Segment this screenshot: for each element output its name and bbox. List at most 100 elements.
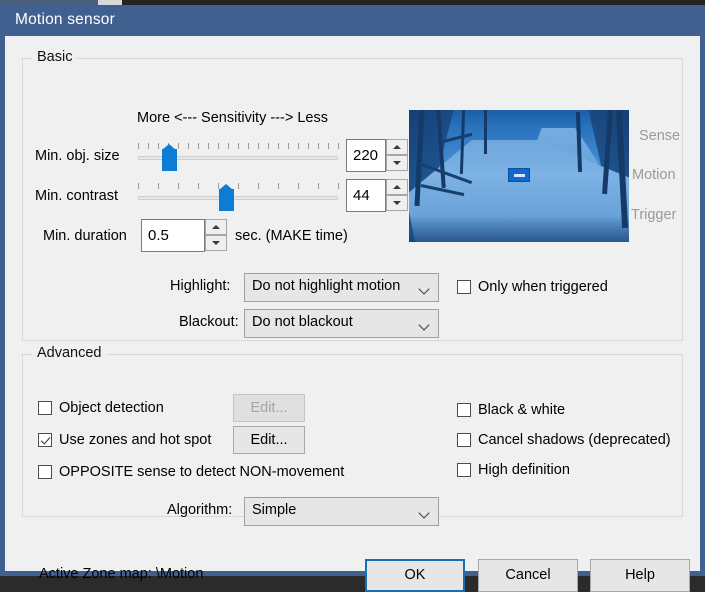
min-contrast-label: Min. contrast	[35, 188, 118, 204]
slider-tick	[228, 143, 229, 149]
min-duration-spinner[interactable]	[141, 219, 227, 252]
advanced-group-legend: Advanced	[32, 345, 107, 361]
slider-tick	[238, 143, 239, 149]
slider-tick	[308, 143, 309, 149]
blackout-dropdown[interactable]: Do not blackout	[244, 309, 439, 338]
checkbox-box-icon	[38, 465, 52, 479]
black-and-white-label: Black & white	[478, 402, 566, 418]
only-when-triggered-checkbox[interactable]: Only when triggered	[457, 279, 608, 296]
slider-tick	[148, 143, 149, 149]
slider-tick	[278, 143, 279, 149]
hot-spot-marker[interactable]	[508, 168, 530, 182]
indicator-trigger-label: Trigger	[631, 207, 677, 223]
cancel-shadows-checkbox[interactable]: Cancel shadows (deprecated)	[457, 432, 671, 449]
camera-preview[interactable]	[409, 110, 629, 242]
slider-tick	[288, 143, 289, 149]
slider-tick	[158, 143, 159, 149]
algorithm-dropdown[interactable]: Simple	[244, 497, 439, 526]
slider-tick	[198, 183, 199, 189]
checkbox-box-icon	[457, 403, 471, 417]
slider-tick	[268, 143, 269, 149]
basic-group-legend: Basic	[32, 49, 78, 65]
indicator-motion-label: Motion	[632, 167, 676, 183]
checkbox-box-icon	[38, 433, 52, 447]
slider-tick	[138, 183, 139, 189]
min-obj-size-slider-thumb[interactable]	[162, 144, 177, 171]
chevron-down-icon	[420, 321, 429, 330]
slider-tick	[208, 143, 209, 149]
black-and-white-checkbox[interactable]: Black & white	[457, 402, 565, 419]
slider-tick	[338, 143, 339, 149]
min-obj-size-spin-down-icon[interactable]	[386, 155, 408, 171]
use-zones-edit-button[interactable]: Edit...	[233, 426, 305, 454]
chevron-down-icon	[420, 509, 429, 518]
preview-vignette	[409, 216, 629, 242]
only-when-triggered-label: Only when triggered	[478, 279, 608, 295]
high-definition-checkbox[interactable]: High definition	[457, 462, 570, 479]
slider-tick	[248, 143, 249, 149]
min-duration-label: Min. duration	[43, 228, 127, 244]
sensitivity-header-label: More <--- Sensitivity ---> Less	[137, 110, 328, 126]
highlight-dropdown[interactable]: Do not highlight motion	[244, 273, 439, 302]
min-obj-size-spin-buttons[interactable]	[386, 139, 408, 172]
min-duration-spin-up-icon[interactable]	[205, 219, 227, 235]
highlight-dropdown-value: Do not highlight motion	[252, 278, 401, 294]
min-contrast-input[interactable]	[346, 179, 386, 212]
title-bar[interactable]: Motion sensor	[0, 5, 705, 36]
highlight-label: Highlight:	[170, 278, 231, 294]
chevron-down-icon	[420, 285, 429, 294]
blackout-label: Blackout:	[179, 314, 239, 330]
slider-tick	[278, 183, 279, 189]
min-obj-size-input[interactable]	[346, 139, 386, 172]
indicator-sense-label: Sense	[639, 128, 681, 144]
blackout-dropdown-value: Do not blackout	[252, 314, 353, 330]
min-contrast-spin-up-icon[interactable]	[386, 179, 408, 195]
slider-tick	[338, 183, 339, 189]
slider-tick	[318, 143, 319, 149]
cancel-shadows-label: Cancel shadows (deprecated)	[478, 432, 671, 448]
min-obj-size-spinner[interactable]	[346, 139, 408, 172]
use-zones-label: Use zones and hot spot	[59, 432, 212, 448]
slider-tick	[138, 143, 139, 149]
min-duration-spin-buttons[interactable]	[205, 219, 227, 252]
slider-tick	[258, 183, 259, 189]
window-title: Motion sensor	[15, 11, 115, 28]
min-contrast-slider[interactable]	[138, 183, 339, 211]
use-zones-checkbox[interactable]: Use zones and hot spot	[38, 432, 211, 449]
min-obj-size-spin-up-icon[interactable]	[386, 139, 408, 155]
slider-tick	[298, 183, 299, 189]
min-contrast-spinner[interactable]	[346, 179, 408, 212]
algorithm-label: Algorithm:	[167, 502, 233, 518]
min-obj-size-label: Min. obj. size	[35, 148, 120, 164]
slider-tick	[158, 183, 159, 189]
object-detection-edit-button: Edit...	[233, 394, 305, 422]
min-contrast-slider-track	[138, 196, 338, 200]
slider-tick	[328, 143, 329, 149]
active-zone-map-label: Active Zone map: \Motion	[39, 566, 204, 582]
dialog-client-area: Basic More <--- Sensitivity ---> Less Mi…	[5, 36, 700, 592]
checkbox-box-icon	[457, 463, 471, 477]
min-contrast-spin-down-icon[interactable]	[386, 195, 408, 211]
checkbox-box-icon	[38, 401, 52, 415]
slider-tick	[298, 143, 299, 149]
high-definition-label: High definition	[478, 462, 570, 478]
checkbox-box-icon	[457, 280, 471, 294]
opposite-sense-checkbox[interactable]: OPPOSITE sense to detect NON-movement	[38, 464, 344, 481]
min-obj-size-slider[interactable]	[138, 143, 339, 171]
min-contrast-slider-ticks	[138, 183, 339, 190]
min-contrast-spin-buttons[interactable]	[386, 179, 408, 212]
slider-tick	[198, 143, 199, 149]
object-detection-checkbox[interactable]: Object detection	[38, 400, 164, 417]
min-duration-input[interactable]	[141, 219, 205, 252]
min-duration-spin-down-icon[interactable]	[205, 235, 227, 251]
algorithm-dropdown-value: Simple	[252, 502, 297, 518]
slider-tick	[258, 143, 259, 149]
slider-tick	[218, 143, 219, 149]
object-detection-label: Object detection	[59, 400, 164, 416]
preview-tree-icon	[484, 110, 487, 154]
slider-tick	[238, 183, 239, 189]
min-contrast-slider-thumb[interactable]	[219, 184, 234, 211]
motion-sensor-dialog: Motion sensor Basic More <--- Sensitivit…	[0, 5, 705, 592]
opposite-sense-label: OPPOSITE sense to detect NON-movement	[59, 464, 345, 480]
slider-tick	[178, 143, 179, 149]
